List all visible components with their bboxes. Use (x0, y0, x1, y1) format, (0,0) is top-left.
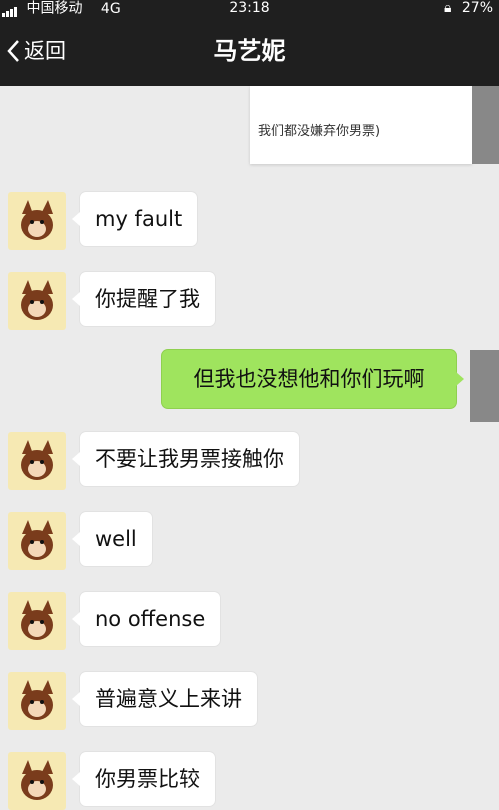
message-row: no offense (0, 590, 499, 650)
incoming-message-bubble[interactable]: 你男票比较 (72, 752, 215, 806)
status-bar: 中国移动 4G 23:18 🔒︎ 27% (0, 0, 499, 17)
chat-title: 马艺妮 (213, 37, 286, 65)
quoted-message-edge (472, 86, 499, 164)
avatar-cartoon-icon (21, 280, 53, 320)
incoming-message-bubble[interactable]: 普遍意义上来讲 (72, 672, 257, 726)
avatar-cartoon-icon (21, 200, 53, 240)
message-row: well (0, 510, 499, 570)
status-right: 🔒︎ 27% (444, 0, 493, 17)
chat-header: 返回 马艺妮 (0, 17, 499, 86)
avatar-cartoon-icon (21, 600, 53, 640)
orientation-lock-icon: 🔒︎ (443, 0, 452, 16)
incoming-message-bubble[interactable]: well (72, 512, 152, 566)
outgoing-message-bubble[interactable]: 但我也没想他和你们玩啊 (162, 350, 464, 408)
my-avatar[interactable] (470, 350, 499, 422)
quoted-message-text: 我们都没嫌弃你男票) (258, 124, 381, 139)
avatar-cartoon-icon (21, 520, 53, 560)
message-row: 你男票比较 (0, 750, 499, 810)
message-row: 不要让我男票接触你 (0, 430, 499, 490)
incoming-message-bubble[interactable]: 你提醒了我 (72, 272, 215, 326)
avatar[interactable] (8, 672, 66, 730)
incoming-message-bubble[interactable]: no offense (71, 592, 221, 646)
avatar[interactable] (8, 192, 66, 250)
quoted-message-card: 我们都没嫌弃你男票) (250, 86, 472, 164)
avatar[interactable] (8, 752, 66, 810)
battery-label: 27% (461, 0, 493, 16)
message-row: my fault (0, 190, 499, 250)
avatar-cartoon-icon (21, 680, 53, 720)
avatar[interactable] (8, 432, 66, 490)
avatar[interactable] (8, 512, 66, 570)
avatar-cartoon-icon (21, 440, 53, 480)
message-row: 你提醒了我 (0, 270, 499, 330)
avatar[interactable] (8, 592, 66, 650)
status-time: 23:18 (229, 0, 270, 16)
incoming-message-bubble[interactable]: 不要让我男票接触你 (72, 432, 299, 486)
incoming-message-bubble[interactable]: my fault (71, 192, 198, 246)
avatar[interactable] (8, 272, 66, 330)
avatar-cartoon-icon (21, 760, 53, 800)
message-row: 普遍意义上来讲 (0, 670, 499, 730)
